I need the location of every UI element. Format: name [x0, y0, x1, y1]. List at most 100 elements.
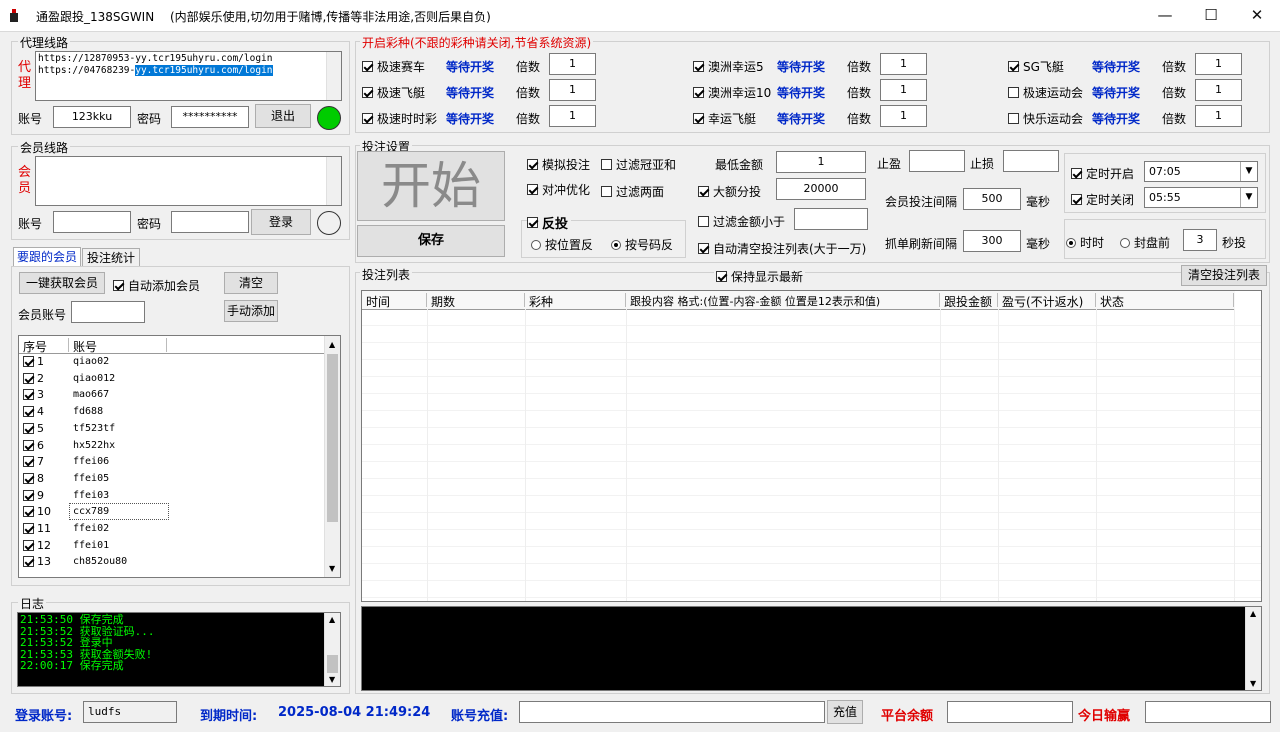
tab-bet-stats[interactable]: 投注统计: [82, 248, 140, 267]
scroll-thumb[interactable]: [327, 354, 338, 522]
multiplier-input[interactable]: 1: [880, 105, 927, 127]
row-index-cell[interactable]: 2: [23, 372, 44, 385]
auto-add-checkbox[interactable]: 自动添加会员: [113, 277, 200, 294]
console-scrollbar[interactable]: ▲ ▼: [1245, 607, 1261, 690]
lottery-checkbox[interactable]: 澳洲幸运5: [693, 58, 764, 75]
row-checkbox[interactable]: [23, 456, 34, 468]
row-index-cell[interactable]: 13: [23, 555, 51, 568]
multiplier-input[interactable]: 1: [549, 53, 596, 75]
log-scroll-thumb[interactable]: [327, 655, 338, 673]
hedge-checkbox[interactable]: 对冲优化: [527, 181, 590, 198]
row-index-cell[interactable]: 3: [23, 388, 44, 401]
bet-output-console[interactable]: ▲ ▼: [361, 606, 1262, 691]
lottery-checkbox[interactable]: 极速赛车: [362, 58, 425, 75]
refresh-input[interactable]: 300: [963, 230, 1021, 252]
row-checkbox[interactable]: [23, 422, 34, 434]
log-scroll-up-icon[interactable]: ▲: [329, 615, 335, 624]
row-checkbox[interactable]: [23, 406, 34, 418]
list-item[interactable]: 8 ffei05: [19, 470, 326, 487]
interval-input[interactable]: 500: [963, 188, 1021, 210]
chevron-down-icon[interactable]: ▼: [1240, 188, 1257, 207]
before-close-radio[interactable]: 封盘前: [1120, 234, 1170, 251]
reverse-by-position-radio[interactable]: 按位置反: [531, 236, 593, 253]
maximize-button[interactable]: ☐: [1188, 0, 1234, 31]
simulate-checkbox[interactable]: 模拟投注: [527, 156, 590, 173]
recharge-button[interactable]: 充值: [827, 700, 863, 724]
row-index-cell[interactable]: 7: [23, 455, 44, 468]
timer-on-select[interactable]: 07:05 ▼: [1144, 161, 1258, 182]
list-item[interactable]: 7 ffei06: [19, 453, 326, 470]
lottery-checkbox[interactable]: SG飞艇: [1008, 58, 1064, 75]
row-checkbox[interactable]: [23, 506, 34, 518]
lottery-checkbox[interactable]: 极速时时彩: [362, 110, 437, 127]
list-item[interactable]: 3 mao667: [19, 386, 326, 403]
list-item[interactable]: 4 fd688: [19, 403, 326, 420]
proxy-lines-textarea[interactable]: https://12870953-yy.tcr195uhyru.com/logi…: [35, 51, 342, 101]
proxy-account-input[interactable]: 123kku: [53, 106, 131, 128]
take-profit-input[interactable]: [909, 150, 965, 172]
multiplier-input[interactable]: 1: [1195, 79, 1242, 101]
log-scrollbar[interactable]: ▲ ▼: [324, 613, 340, 686]
chevron-down-icon[interactable]: ▼: [1240, 162, 1257, 181]
row-checkbox[interactable]: [23, 523, 34, 534]
log-scroll-down-icon[interactable]: ▼: [329, 675, 335, 684]
row-checkbox[interactable]: [23, 372, 34, 384]
filter-both-checkbox[interactable]: 过滤两面: [601, 183, 664, 200]
proxy-password-input[interactable]: **********: [171, 106, 249, 128]
reverse-checkbox[interactable]: 反投: [527, 213, 572, 232]
clear-members-button[interactable]: 清空: [224, 272, 278, 294]
multiplier-input[interactable]: 1: [549, 79, 596, 101]
multiplier-input[interactable]: 1: [880, 79, 927, 101]
row-index-cell[interactable]: 5: [23, 422, 44, 435]
multiplier-input[interactable]: 1: [549, 105, 596, 127]
log-output[interactable]: 21:53:50 保存完成 21:53:52 获取验证码... 21:53:52 登…: [17, 612, 341, 687]
login-button[interactable]: 登录: [251, 209, 311, 235]
lottery-checkbox[interactable]: 澳洲幸运10: [693, 84, 771, 101]
tab-members[interactable]: 要跟的会员: [13, 247, 81, 267]
clear-bet-list-button[interactable]: 清空投注列表: [1181, 265, 1267, 286]
multiplier-input[interactable]: 1: [1195, 105, 1242, 127]
filter-below-input[interactable]: [794, 208, 868, 230]
before-close-input[interactable]: 3: [1183, 229, 1217, 251]
bet-list-table[interactable]: 时间 期数 彩种 跟投内容 格式:(位置-内容-金额 位置是12表示和值) 跟投…: [361, 290, 1262, 602]
realtime-radio[interactable]: 时时: [1066, 234, 1104, 251]
multiplier-input[interactable]: 1: [880, 53, 927, 75]
keep-latest-checkbox[interactable]: 保持显示最新: [714, 268, 806, 285]
member-account-input[interactable]: [53, 211, 131, 233]
close-button[interactable]: ✕: [1234, 0, 1280, 31]
row-checkbox[interactable]: [23, 556, 34, 568]
list-item[interactable]: 5 tf523tf: [19, 420, 326, 437]
min-amount-input[interactable]: 1: [776, 151, 866, 173]
list-item[interactable]: 6 hx522hx: [19, 437, 326, 454]
lottery-checkbox[interactable]: 极速运动会: [1008, 84, 1083, 101]
member-account-search-input[interactable]: [71, 301, 145, 323]
stop-loss-input[interactable]: [1003, 150, 1059, 172]
auto-clear-checkbox[interactable]: 自动清空投注列表(大于一万): [698, 240, 866, 257]
list-item[interactable]: 9 ffei03: [19, 487, 326, 504]
save-button[interactable]: 保存: [357, 225, 505, 257]
row-checkbox[interactable]: [23, 356, 34, 367]
fetch-members-button[interactable]: 一键获取会员: [19, 272, 105, 294]
scroll-down-icon[interactable]: ▼: [329, 564, 335, 573]
row-index-cell[interactable]: 1: [23, 355, 44, 368]
recharge-input[interactable]: [519, 701, 825, 723]
filter-champion-checkbox[interactable]: 过滤冠亚和: [601, 156, 676, 173]
row-index-cell[interactable]: 4: [23, 405, 44, 418]
row-index-cell[interactable]: 6: [23, 439, 44, 452]
row-checkbox[interactable]: [23, 539, 34, 551]
row-checkbox[interactable]: [23, 489, 34, 501]
start-button[interactable]: 开始: [357, 151, 505, 221]
timer-off-select[interactable]: 05:55 ▼: [1144, 187, 1258, 208]
console-scroll-up-icon[interactable]: ▲: [1250, 609, 1256, 618]
lottery-checkbox[interactable]: 极速飞艇: [362, 84, 425, 101]
row-index-cell[interactable]: 9: [23, 489, 44, 502]
list-item[interactable]: 2 qiao012: [19, 370, 326, 387]
members-list[interactable]: 序号 账号 1 qiao02 2 qiao012 3 mao667 4 fd688 5 tf523…: [18, 335, 341, 578]
member-password-input[interactable]: [171, 211, 249, 233]
list-item[interactable]: 12 ffei01: [19, 537, 326, 554]
filter-below-checkbox[interactable]: 过滤金额小于: [698, 213, 785, 230]
member-scrollbar[interactable]: [326, 157, 341, 205]
manual-add-button[interactable]: 手动添加: [224, 300, 278, 322]
timer-on-checkbox[interactable]: 定时开启: [1071, 165, 1134, 182]
reverse-by-number-radio[interactable]: 按号码反: [611, 236, 673, 253]
